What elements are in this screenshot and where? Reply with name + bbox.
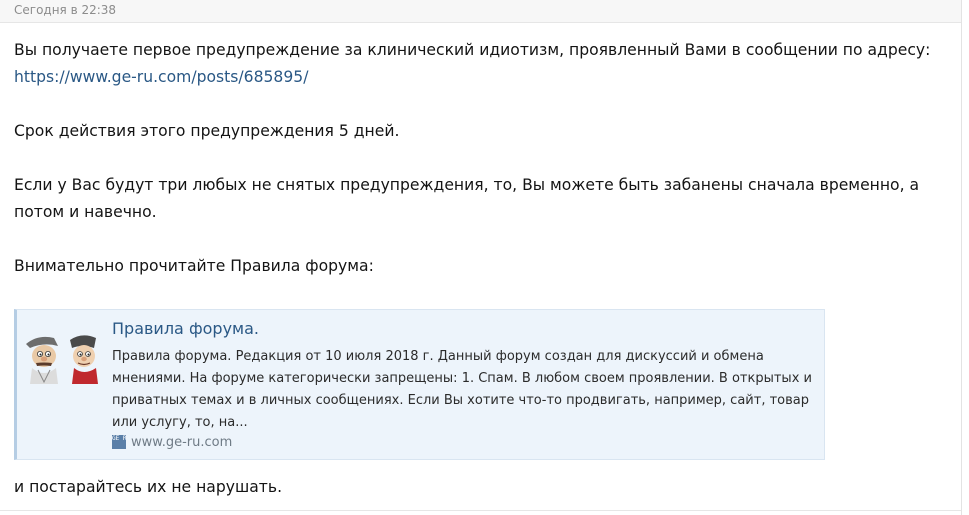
duration-text: Срок действия этого предупреждения 5 дне… bbox=[14, 122, 400, 140]
ban-warning-text: Если у Вас будут три любых не снятых пре… bbox=[14, 176, 920, 221]
divider bbox=[0, 510, 961, 511]
message-body: Вы получаете первое предупреждение за кл… bbox=[14, 37, 949, 280]
link-preview-card[interactable]: Правила форума. Правила форума. Редакция… bbox=[14, 309, 825, 460]
closing-text: и постарайтесь их не нарушать. bbox=[14, 478, 283, 496]
link-preview-description: Правила форума. Редакция от 10 июля 2018… bbox=[112, 349, 812, 430]
rules-prompt-text: Внимательно прочитайте Правила форума: bbox=[14, 257, 374, 275]
post-link[interactable]: https://www.ge-ru.com/posts/685895/ bbox=[14, 68, 308, 86]
warning-text: Вы получаете первое предупреждение за кл… bbox=[14, 41, 931, 59]
link-preview-domain: www.ge-ru.com bbox=[131, 435, 233, 450]
message-timestamp[interactable]: Сегодня в 22:38 bbox=[14, 3, 116, 17]
site-favicon-icon: GE RU bbox=[112, 435, 126, 449]
message-header: Сегодня в 22:38 bbox=[0, 0, 961, 23]
cartoon-characters-icon bbox=[26, 335, 98, 384]
divider bbox=[961, 0, 962, 515]
link-preview-title[interactable]: Правила форума. bbox=[112, 319, 259, 339]
link-preview-source: GE RU www.ge-ru.com bbox=[112, 435, 232, 451]
